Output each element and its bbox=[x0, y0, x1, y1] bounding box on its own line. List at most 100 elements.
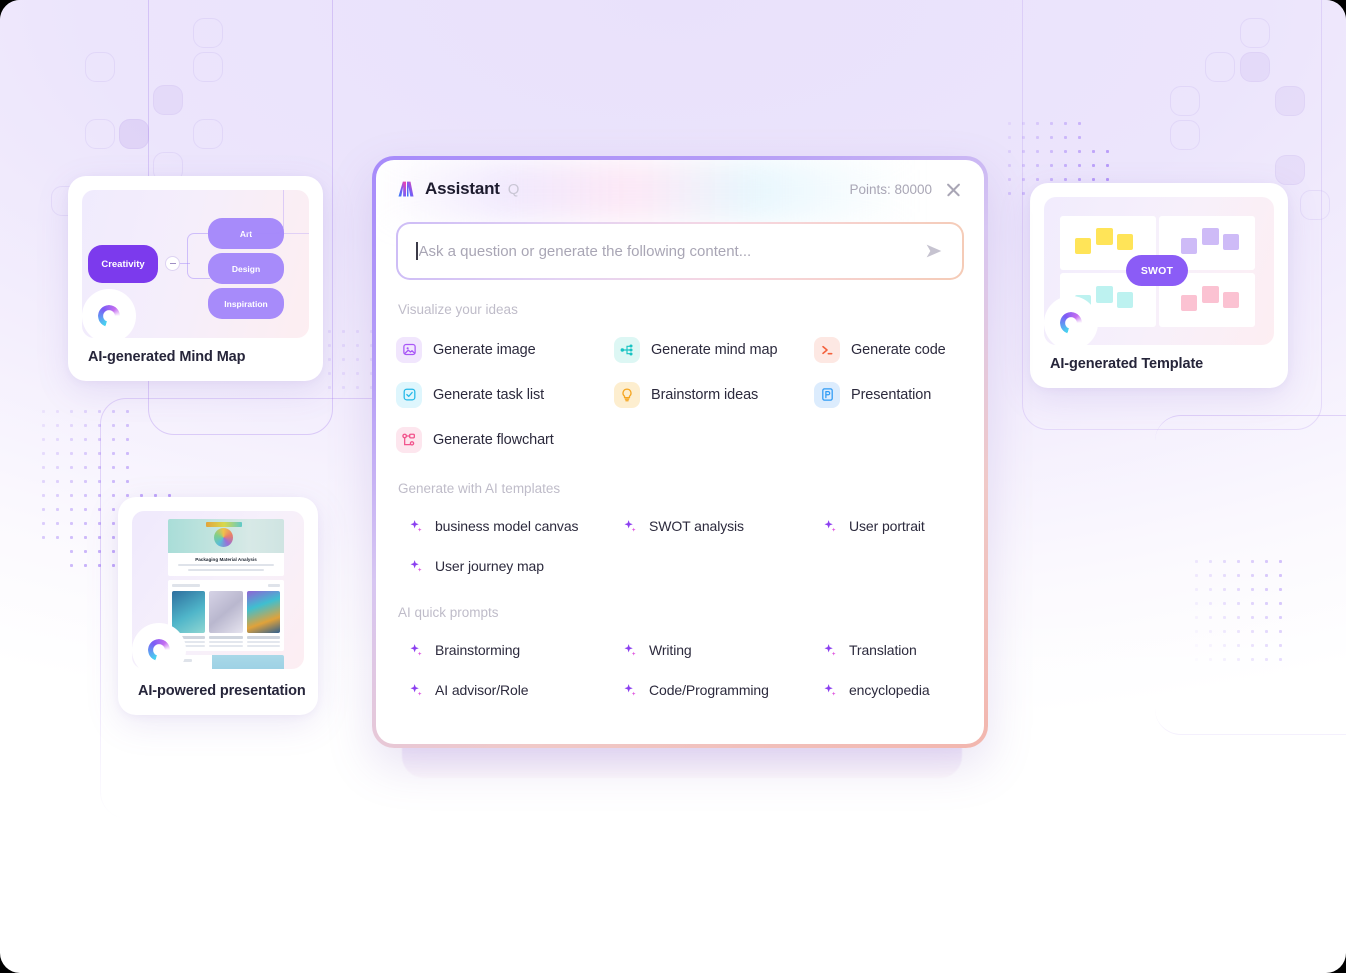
decorative-dot bbox=[56, 522, 59, 525]
decorative-dot bbox=[328, 372, 331, 375]
prompt-encyclopedia[interactable]: encyclopedia bbox=[823, 670, 964, 710]
slide-title: Packaging Material Analysis bbox=[195, 557, 257, 562]
card-ai-generated-mind-map[interactable]: Creativity Art Design Inspiration AI-gen… bbox=[68, 176, 323, 381]
decorative-dot bbox=[1064, 122, 1067, 125]
assistant-panel-inner: Assistant Q Points: 80000 Ask a question… bbox=[376, 160, 984, 744]
decorative-dot bbox=[42, 438, 45, 441]
sparkle-icon bbox=[409, 643, 424, 658]
decorative-dot bbox=[42, 466, 45, 469]
decorative-dot bbox=[1265, 588, 1268, 591]
slide-2 bbox=[168, 580, 284, 651]
card-ai-generated-template[interactable]: SWOT AI-generated Template bbox=[1030, 183, 1288, 388]
presentation-glyph bbox=[821, 388, 833, 401]
decorative-dot bbox=[98, 494, 101, 497]
decorative-dot bbox=[1064, 150, 1067, 153]
decorative-dot bbox=[112, 424, 115, 427]
decorative-dot bbox=[112, 508, 115, 511]
sticky-note bbox=[1117, 292, 1133, 308]
decorative-dot bbox=[126, 452, 129, 455]
prompt-ai-advisor-role[interactable]: AI advisor/Role bbox=[409, 670, 623, 710]
decorative-dot bbox=[328, 330, 331, 333]
prompt-code-programming[interactable]: Code/Programming bbox=[623, 670, 823, 710]
mind-map-collapse-toggle[interactable] bbox=[165, 256, 180, 271]
slide-hero-image bbox=[168, 519, 284, 553]
decorative-dot bbox=[1237, 560, 1240, 563]
decorative-dot bbox=[42, 452, 45, 455]
decorative-dot bbox=[98, 424, 101, 427]
decorative-dot bbox=[1092, 178, 1095, 181]
decorative-dot bbox=[342, 386, 345, 389]
action-generate-flowchart[interactable]: Generate flowchart bbox=[396, 417, 614, 462]
decorative-dot bbox=[98, 410, 101, 413]
action-presentation[interactable]: Presentation bbox=[814, 372, 964, 417]
decorative-dot bbox=[1237, 588, 1240, 591]
action-generate-image[interactable]: Generate image bbox=[396, 327, 614, 372]
section-visualize: Visualize your ideas Generate image Gene… bbox=[376, 302, 984, 462]
template-user-portrait[interactable]: User portrait bbox=[823, 506, 964, 546]
decorative-dot bbox=[1237, 574, 1240, 577]
decorative-dot bbox=[84, 452, 87, 455]
mind-map-node-root: Creativity bbox=[88, 245, 158, 283]
decorative-dot bbox=[1036, 136, 1039, 139]
decorative-dot bbox=[84, 522, 87, 525]
visualize-grid: Generate image Generate mind map Generat… bbox=[396, 327, 964, 462]
decorative-dot bbox=[56, 466, 59, 469]
prompt-writing[interactable]: Writing bbox=[623, 630, 823, 670]
prompt-translation[interactable]: Translation bbox=[823, 630, 964, 670]
decorative-dot bbox=[1106, 150, 1109, 153]
template-label: User portrait bbox=[849, 518, 925, 534]
close-icon[interactable] bbox=[945, 181, 962, 198]
action-generate-mind-map[interactable]: Generate mind map bbox=[614, 327, 814, 372]
decorative-dot bbox=[1036, 122, 1039, 125]
decorative-dot bbox=[1279, 574, 1282, 577]
mind-map-connector bbox=[187, 233, 210, 279]
search-input[interactable] bbox=[418, 242, 922, 260]
search-box[interactable] bbox=[398, 224, 962, 278]
prompt-brainstorming[interactable]: Brainstorming bbox=[409, 630, 623, 670]
decorative-dot bbox=[42, 522, 45, 525]
decorative-dot bbox=[1195, 574, 1198, 577]
slide-hero-bar bbox=[206, 522, 242, 527]
decorative-dot bbox=[70, 508, 73, 511]
decorative-dot bbox=[112, 536, 115, 539]
decorative-dot bbox=[1036, 150, 1039, 153]
decorative-dot bbox=[42, 424, 45, 427]
template-user-journey-map[interactable]: User journey map bbox=[409, 546, 623, 586]
decorative-dot bbox=[84, 494, 87, 497]
mind-map-connector-right bbox=[242, 190, 284, 234]
prompt-label: AI advisor/Role bbox=[435, 682, 529, 698]
decorative-dot bbox=[1064, 136, 1067, 139]
prompt-label: Brainstorming bbox=[435, 642, 521, 658]
prompt-label: Code/Programming bbox=[649, 682, 769, 698]
action-brainstorm-ideas[interactable]: Brainstorm ideas bbox=[614, 372, 814, 417]
decorative-dot bbox=[98, 438, 101, 441]
decorative-dot bbox=[70, 466, 73, 469]
thumb-caption bbox=[209, 636, 243, 639]
card-ai-powered-presentation[interactable]: Packaging Material Analysis AI-powered p… bbox=[118, 497, 318, 715]
decorative-dot bbox=[1092, 150, 1095, 153]
action-generate-task-list[interactable]: Generate task list bbox=[396, 372, 614, 417]
decorative-dot bbox=[1265, 574, 1268, 577]
decorative-dot bbox=[1223, 574, 1226, 577]
template-swot-analysis[interactable]: SWOT analysis bbox=[623, 506, 823, 546]
search-gradient-ring bbox=[396, 222, 964, 280]
decorative-dot bbox=[356, 386, 359, 389]
decorative-dot bbox=[126, 480, 129, 483]
mind-map-connector-right-2 bbox=[284, 233, 309, 259]
send-icon[interactable] bbox=[922, 239, 946, 263]
template-business-model-canvas[interactable]: business model canvas bbox=[409, 506, 623, 546]
decorative-dot bbox=[126, 466, 129, 469]
section-title: Visualize your ideas bbox=[398, 302, 518, 317]
app-subtitle: Q bbox=[507, 180, 520, 198]
action-label: Generate flowchart bbox=[433, 431, 554, 448]
decorative-dot bbox=[126, 424, 129, 427]
decorative-dot bbox=[98, 508, 101, 511]
decorative-dot bbox=[56, 452, 59, 455]
decorative-dot bbox=[1064, 178, 1067, 181]
decorative-dot bbox=[1106, 164, 1109, 167]
decorative-dot bbox=[56, 536, 59, 539]
points-label: Points: 80000 bbox=[849, 181, 932, 197]
thumb-caption-line bbox=[246, 644, 280, 647]
action-generate-code[interactable]: Generate code bbox=[814, 327, 964, 372]
decorative-dot bbox=[1092, 164, 1095, 167]
